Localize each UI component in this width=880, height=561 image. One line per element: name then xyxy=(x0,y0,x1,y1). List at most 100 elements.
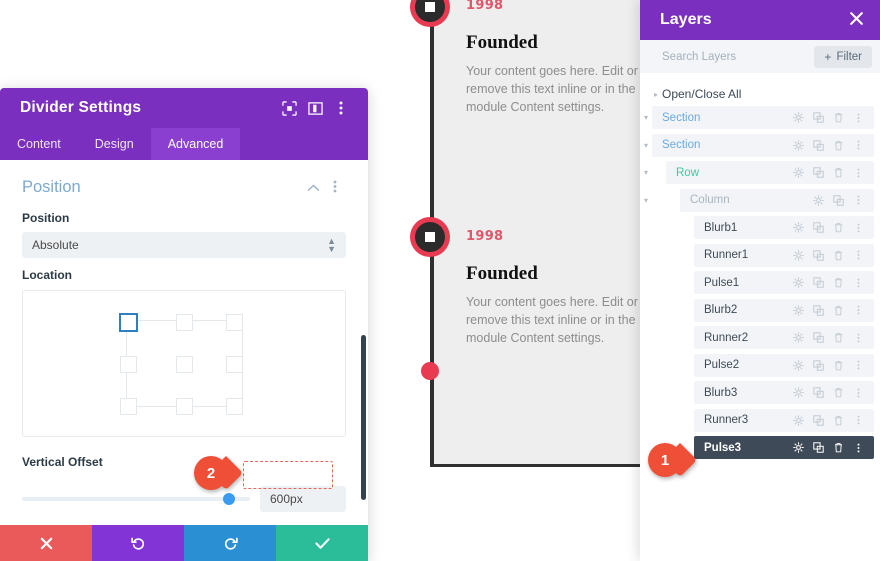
position-select[interactable]: Absolute ▲ ▼ xyxy=(22,232,346,258)
layer-row-runner3[interactable]: Runner3 xyxy=(640,408,880,432)
layer-row-blurb1[interactable]: Blurb1 xyxy=(640,216,880,239)
duplicate-icon[interactable] xyxy=(808,249,828,261)
cancel-button[interactable] xyxy=(0,525,92,561)
location-cell-middle-right[interactable] xyxy=(225,356,243,373)
gear-icon[interactable] xyxy=(788,332,808,343)
layer-row-bar[interactable]: Pulse3 xyxy=(694,436,874,459)
chevron-toggle-icon[interactable]: ▾ xyxy=(640,141,652,150)
close-icon[interactable] xyxy=(849,11,864,29)
layer-row-bar[interactable]: Runner3 xyxy=(694,408,874,432)
layer-row-bar[interactable]: Pulse1 xyxy=(694,271,874,294)
more-vertical-icon[interactable] xyxy=(848,222,868,234)
tab-advanced[interactable]: Advanced xyxy=(150,128,241,160)
open-close-all[interactable]: ▸ Open/Close All xyxy=(640,82,880,106)
location-picker[interactable] xyxy=(22,290,346,437)
vertical-offset-slider[interactable] xyxy=(22,493,250,505)
more-vertical-icon[interactable] xyxy=(848,277,868,289)
duplicate-icon[interactable] xyxy=(808,222,828,233)
layer-row-blurb2[interactable]: Blurb2 xyxy=(640,298,880,322)
trash-icon[interactable] xyxy=(828,360,848,371)
layer-row-bar[interactable]: Runner1 xyxy=(694,243,874,267)
location-cell-middle-left[interactable] xyxy=(119,356,137,373)
trash-icon[interactable] xyxy=(828,140,848,151)
location-cell-top-right[interactable] xyxy=(225,314,243,331)
more-vertical-icon[interactable] xyxy=(848,249,868,261)
gear-icon[interactable] xyxy=(788,222,808,233)
more-vertical-icon[interactable] xyxy=(848,194,868,206)
trash-icon[interactable] xyxy=(828,442,848,453)
gear-icon[interactable] xyxy=(788,442,808,453)
modal-scrollbar[interactable] xyxy=(361,335,366,500)
redo-button[interactable] xyxy=(184,525,276,561)
layer-row-section[interactable]: ▾ Section xyxy=(640,133,880,157)
tab-content[interactable]: Content xyxy=(0,128,78,160)
location-cell-bottom-center[interactable] xyxy=(175,398,193,415)
gear-icon[interactable] xyxy=(788,359,808,371)
layer-row-runner2[interactable]: Runner2 xyxy=(640,326,880,349)
save-button[interactable] xyxy=(276,525,368,561)
duplicate-icon[interactable] xyxy=(808,167,828,178)
layer-row-blurb3[interactable]: Blurb3 xyxy=(640,381,880,404)
layer-row-pulse1[interactable]: Pulse1 xyxy=(640,271,880,294)
tab-design[interactable]: Design xyxy=(78,128,151,160)
more-vertical-icon[interactable] xyxy=(848,112,868,124)
layer-row-section[interactable]: ▾ Section xyxy=(640,106,880,129)
layer-row-bar[interactable]: Runner2 xyxy=(694,326,874,349)
trash-icon[interactable] xyxy=(828,112,848,123)
trash-icon[interactable] xyxy=(828,305,848,316)
gear-icon[interactable] xyxy=(788,304,808,316)
layer-row-bar[interactable]: Blurb2 xyxy=(694,298,874,322)
more-vertical-icon[interactable] xyxy=(848,359,868,371)
filter-button[interactable]: + Filter xyxy=(814,45,872,68)
gear-icon[interactable] xyxy=(788,414,808,426)
duplicate-icon[interactable] xyxy=(808,387,828,398)
gear-icon[interactable] xyxy=(788,277,808,288)
more-vertical-icon[interactable] xyxy=(848,167,868,179)
more-vertical-icon[interactable] xyxy=(848,442,868,454)
gear-icon[interactable] xyxy=(788,387,808,398)
trash-icon[interactable] xyxy=(828,415,848,426)
more-vertical-icon[interactable] xyxy=(324,180,346,196)
search-input[interactable]: Search Layers xyxy=(662,51,814,63)
slider-knob[interactable] xyxy=(222,493,235,505)
trash-icon[interactable] xyxy=(828,332,848,343)
gear-icon[interactable] xyxy=(788,112,808,123)
gear-icon[interactable] xyxy=(788,167,808,178)
duplicate-icon[interactable] xyxy=(808,112,828,123)
chevron-toggle-icon[interactable]: ▾ xyxy=(640,113,652,122)
duplicate-icon[interactable] xyxy=(808,442,828,453)
layer-row-bar[interactable]: Section xyxy=(652,133,874,157)
location-cell-center[interactable] xyxy=(175,356,193,373)
duplicate-icon[interactable] xyxy=(808,332,828,343)
duplicate-icon[interactable] xyxy=(808,414,828,426)
more-vertical-icon[interactable] xyxy=(848,304,868,316)
gear-icon[interactable] xyxy=(788,139,808,151)
chevron-up-icon[interactable] xyxy=(302,180,324,195)
trash-icon[interactable] xyxy=(828,222,848,233)
layer-row-column[interactable]: ▾ Column xyxy=(640,188,880,212)
more-vertical-icon[interactable] xyxy=(328,95,354,121)
layer-row-bar[interactable]: Section xyxy=(652,106,874,129)
more-vertical-icon[interactable] xyxy=(848,139,868,151)
duplicate-icon[interactable] xyxy=(808,139,828,151)
target-icon[interactable] xyxy=(276,95,302,121)
layer-row-bar[interactable]: Blurb3 xyxy=(694,381,874,404)
trash-icon[interactable] xyxy=(828,277,848,288)
layer-row-bar[interactable]: Row xyxy=(666,161,874,184)
layer-row-pulse2[interactable]: Pulse2 xyxy=(640,353,880,377)
layer-row-row[interactable]: ▾ Row xyxy=(640,161,880,184)
chevron-toggle-icon[interactable]: ▾ xyxy=(640,196,652,205)
trash-icon[interactable] xyxy=(828,167,848,178)
duplicate-icon[interactable] xyxy=(828,194,848,206)
more-vertical-icon[interactable] xyxy=(848,387,868,399)
chevron-toggle-icon[interactable]: ▾ xyxy=(640,168,652,177)
duplicate-icon[interactable] xyxy=(808,304,828,316)
undo-button[interactable] xyxy=(92,525,184,561)
location-cell-top-center[interactable] xyxy=(175,314,193,331)
more-vertical-icon[interactable] xyxy=(848,332,868,344)
gear-icon[interactable] xyxy=(808,194,828,206)
vertical-offset-input[interactable]: 600px xyxy=(260,486,346,512)
layer-row-bar[interactable]: Blurb1 xyxy=(694,216,874,239)
duplicate-icon[interactable] xyxy=(808,277,828,288)
gear-icon[interactable] xyxy=(788,249,808,261)
